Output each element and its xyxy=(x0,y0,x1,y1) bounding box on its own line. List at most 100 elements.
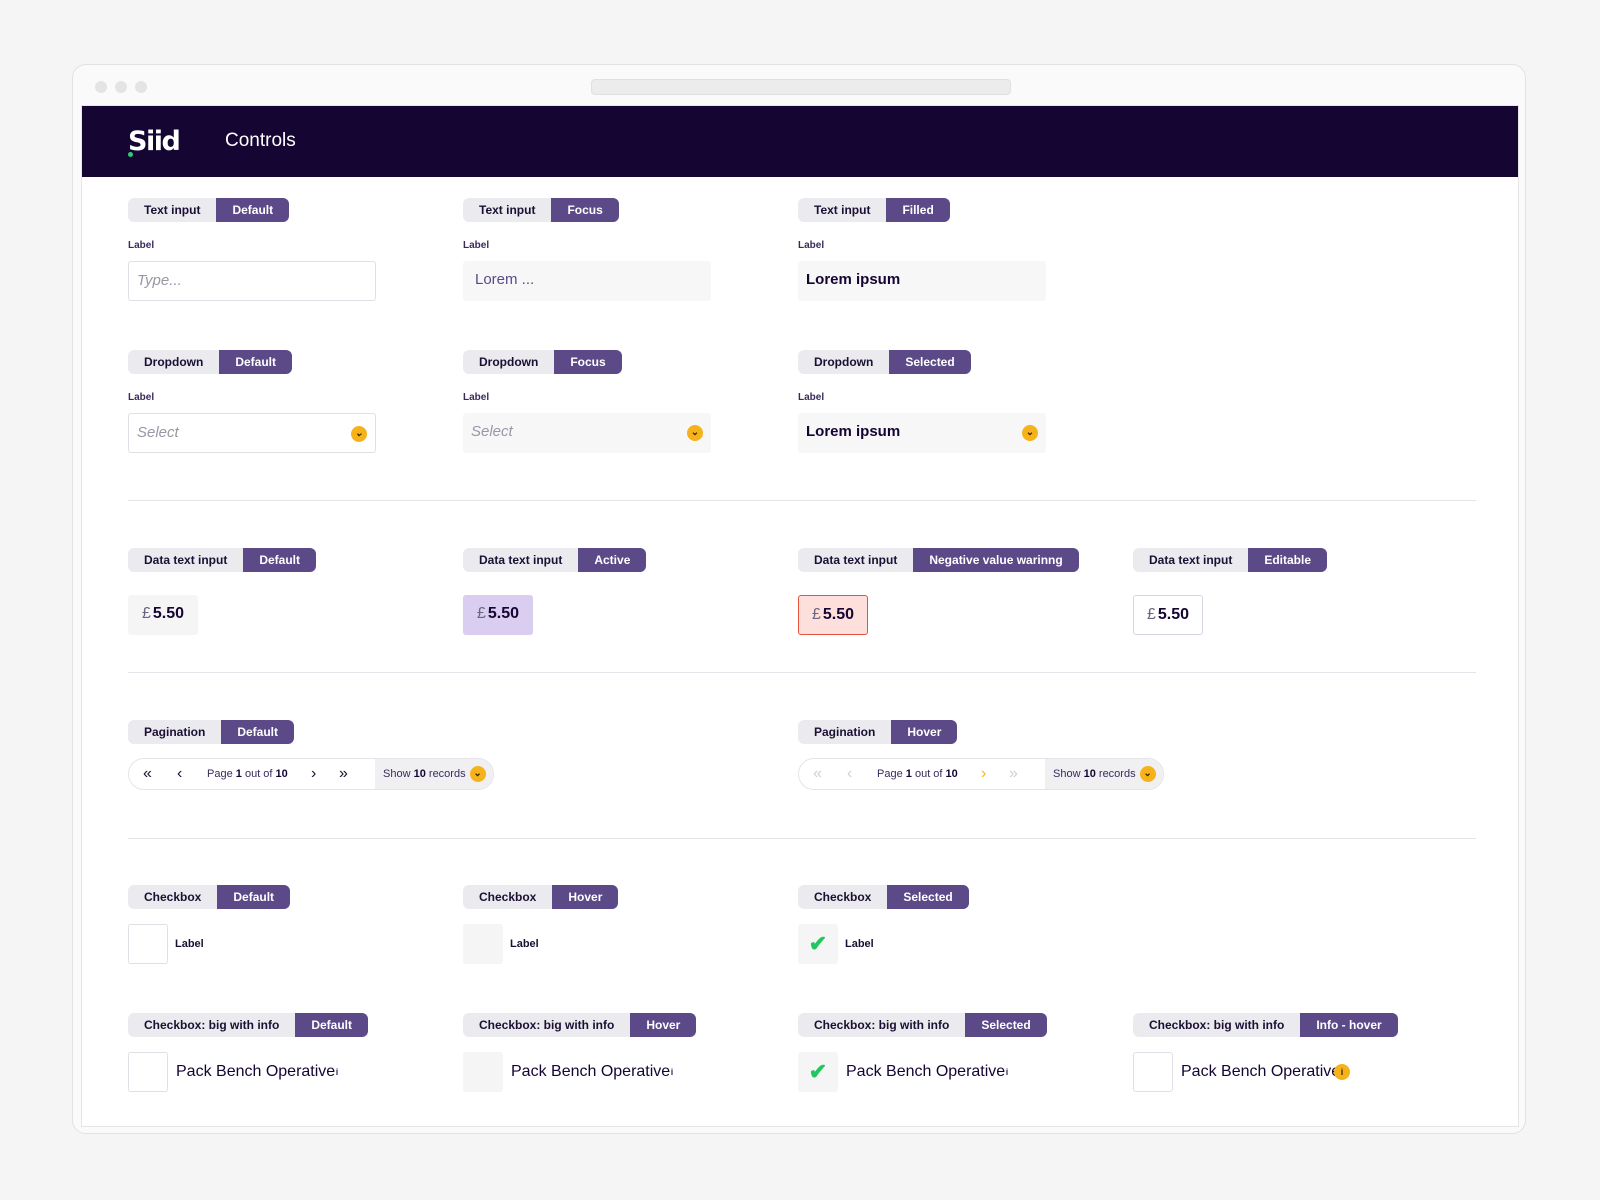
records-word: records xyxy=(428,768,466,780)
tag-state: Default xyxy=(221,720,295,744)
tag-component: Checkbox xyxy=(128,885,218,909)
tag-data-input-default: Data text input Default xyxy=(128,548,317,572)
chevron-right-icon[interactable]: › xyxy=(981,759,986,789)
double-chevron-left-icon[interactable]: « xyxy=(143,759,152,789)
tag-checkbox-default: Checkbox Default xyxy=(128,885,291,909)
total-pages: 10 xyxy=(945,768,958,780)
window-minimize-dot[interactable] xyxy=(115,81,127,93)
info-icon[interactable]: i xyxy=(1000,1065,1014,1079)
field-label: Label xyxy=(798,392,825,403)
currency-symbol: £ xyxy=(811,606,821,623)
tag-state: Hover xyxy=(552,885,619,909)
tag-big-checkbox-selected: Checkbox: big with info Selected xyxy=(798,1013,1047,1037)
big-checkbox-selected[interactable]: ✔ xyxy=(798,1052,838,1092)
chevron-down-icon[interactable]: ⌄ xyxy=(1139,766,1156,783)
data-value: 5.50 xyxy=(822,606,855,623)
data-input-default[interactable]: £5.50 xyxy=(128,595,198,635)
dropdown-value: Lorem ipsum xyxy=(806,423,901,440)
text-input-default[interactable]: Type... xyxy=(128,261,376,301)
siid-logo[interactable]: Siid xyxy=(128,126,181,157)
big-checkbox-info-hover[interactable] xyxy=(1133,1052,1173,1092)
field-label: Label xyxy=(463,240,490,251)
data-input-active[interactable]: £5.50 xyxy=(463,595,533,635)
tag-text-input-filled: Text input Filled xyxy=(798,198,950,222)
tag-checkbox-hover: Checkbox Hover xyxy=(463,885,619,909)
chevron-down-icon[interactable]: ⌄ xyxy=(687,425,703,441)
tag-component: Checkbox: big with info xyxy=(1133,1013,1301,1037)
data-input-editable[interactable]: £5.50 xyxy=(1133,595,1203,635)
records-count: 10 xyxy=(413,768,426,780)
double-chevron-right-icon[interactable]: » xyxy=(1009,759,1018,789)
field-label: Label xyxy=(128,240,155,251)
tag-state: Selected xyxy=(887,885,969,909)
text-input-focus[interactable]: Lorem ... xyxy=(463,261,711,301)
tag-component: Dropdown xyxy=(463,350,555,374)
tag-component: Data text input xyxy=(463,548,579,572)
tag-component: Checkbox: big with info xyxy=(463,1013,631,1037)
data-input-negative-warning[interactable]: £5.50 xyxy=(798,595,868,635)
tag-component: Checkbox: big with info xyxy=(128,1013,296,1037)
section-divider xyxy=(128,500,1476,501)
chevron-right-icon[interactable]: › xyxy=(311,759,316,789)
chevron-down-icon[interactable]: ⌄ xyxy=(351,426,367,442)
currency-symbol: £ xyxy=(1146,606,1156,623)
dropdown-value: Select xyxy=(137,424,179,441)
tag-state: Info - hover xyxy=(1300,1013,1398,1037)
section-divider xyxy=(128,838,1476,839)
tag-state: Hover xyxy=(891,720,958,744)
info-icon[interactable]: i xyxy=(1334,1064,1350,1080)
chevron-down-icon[interactable]: ⌄ xyxy=(1022,425,1038,441)
dropdown-selected[interactable]: Lorem ipsum ⌄ xyxy=(798,413,1046,453)
checkbox-hover[interactable] xyxy=(463,924,503,964)
dropdown-value: Select xyxy=(471,423,513,440)
tag-text-input-default: Text input Default xyxy=(128,198,290,222)
tag-state: Focus xyxy=(551,198,619,222)
current-page: 1 xyxy=(905,768,912,780)
tag-component: Dropdown xyxy=(128,350,220,374)
double-chevron-left-icon[interactable]: « xyxy=(813,759,822,789)
field-label: Label xyxy=(798,240,825,251)
tag-dropdown-default: Dropdown Default xyxy=(128,350,292,374)
tag-state: Default xyxy=(243,548,317,572)
chevron-left-icon[interactable]: ‹ xyxy=(847,759,852,789)
chevron-left-icon[interactable]: ‹ xyxy=(177,759,182,789)
tag-component: Checkbox xyxy=(463,885,553,909)
double-chevron-right-icon[interactable]: » xyxy=(339,759,348,789)
window-close-dot[interactable] xyxy=(95,81,107,93)
checkmark-icon: ✔ xyxy=(808,1059,828,1084)
big-checkbox-label: Pack Bench Operative xyxy=(176,1063,336,1080)
show-word: Show xyxy=(1053,768,1081,780)
big-checkbox-default[interactable] xyxy=(128,1052,168,1092)
dropdown-default[interactable]: Select ⌄ xyxy=(128,413,376,453)
records-per-page-select[interactable]: Show 10 records ⌄ xyxy=(1045,759,1163,789)
page-indicator: Page 1 out of 10 xyxy=(207,759,288,789)
dropdown-focus[interactable]: Select ⌄ xyxy=(463,413,711,453)
browser-window: Siid Controls Text input Default Label Ty… xyxy=(72,64,1526,1134)
window-maximize-dot[interactable] xyxy=(135,81,147,93)
text-input-filled[interactable]: Lorem ipsum xyxy=(798,261,1046,301)
checkbox-selected[interactable]: ✔ xyxy=(798,924,838,964)
records-per-page-select[interactable]: Show 10 records ⌄ xyxy=(375,759,493,789)
info-icon[interactable]: i xyxy=(330,1065,344,1079)
checkmark-icon: ✔ xyxy=(808,931,828,956)
address-bar[interactable] xyxy=(591,79,1011,95)
tag-state: Default xyxy=(295,1013,368,1037)
chevron-down-icon[interactable]: ⌄ xyxy=(469,766,486,783)
app-frame: Siid Controls Text input Default Label Ty… xyxy=(81,105,1519,1127)
logo-accent-dot xyxy=(128,152,133,157)
tag-component: Checkbox xyxy=(798,885,888,909)
show-word: Show xyxy=(383,768,411,780)
tag-component: Text input xyxy=(128,198,217,222)
tag-big-checkbox-default: Checkbox: big with info Default xyxy=(128,1013,368,1037)
tag-component: Data text input xyxy=(128,548,244,572)
info-icon[interactable]: i xyxy=(665,1065,679,1079)
tag-component: Text input xyxy=(798,198,887,222)
tag-state: Focus xyxy=(554,350,622,374)
tag-state: Selected xyxy=(889,350,971,374)
data-value: 5.50 xyxy=(152,605,185,622)
checkbox-default[interactable] xyxy=(128,924,168,964)
tag-pagination-default: Pagination Default xyxy=(128,720,295,744)
pagination-hover: « ‹ Page 1 out of 10 › » Show 10 records… xyxy=(798,758,1164,790)
big-checkbox-hover[interactable] xyxy=(463,1052,503,1092)
checkbox-label: Label xyxy=(510,938,539,950)
